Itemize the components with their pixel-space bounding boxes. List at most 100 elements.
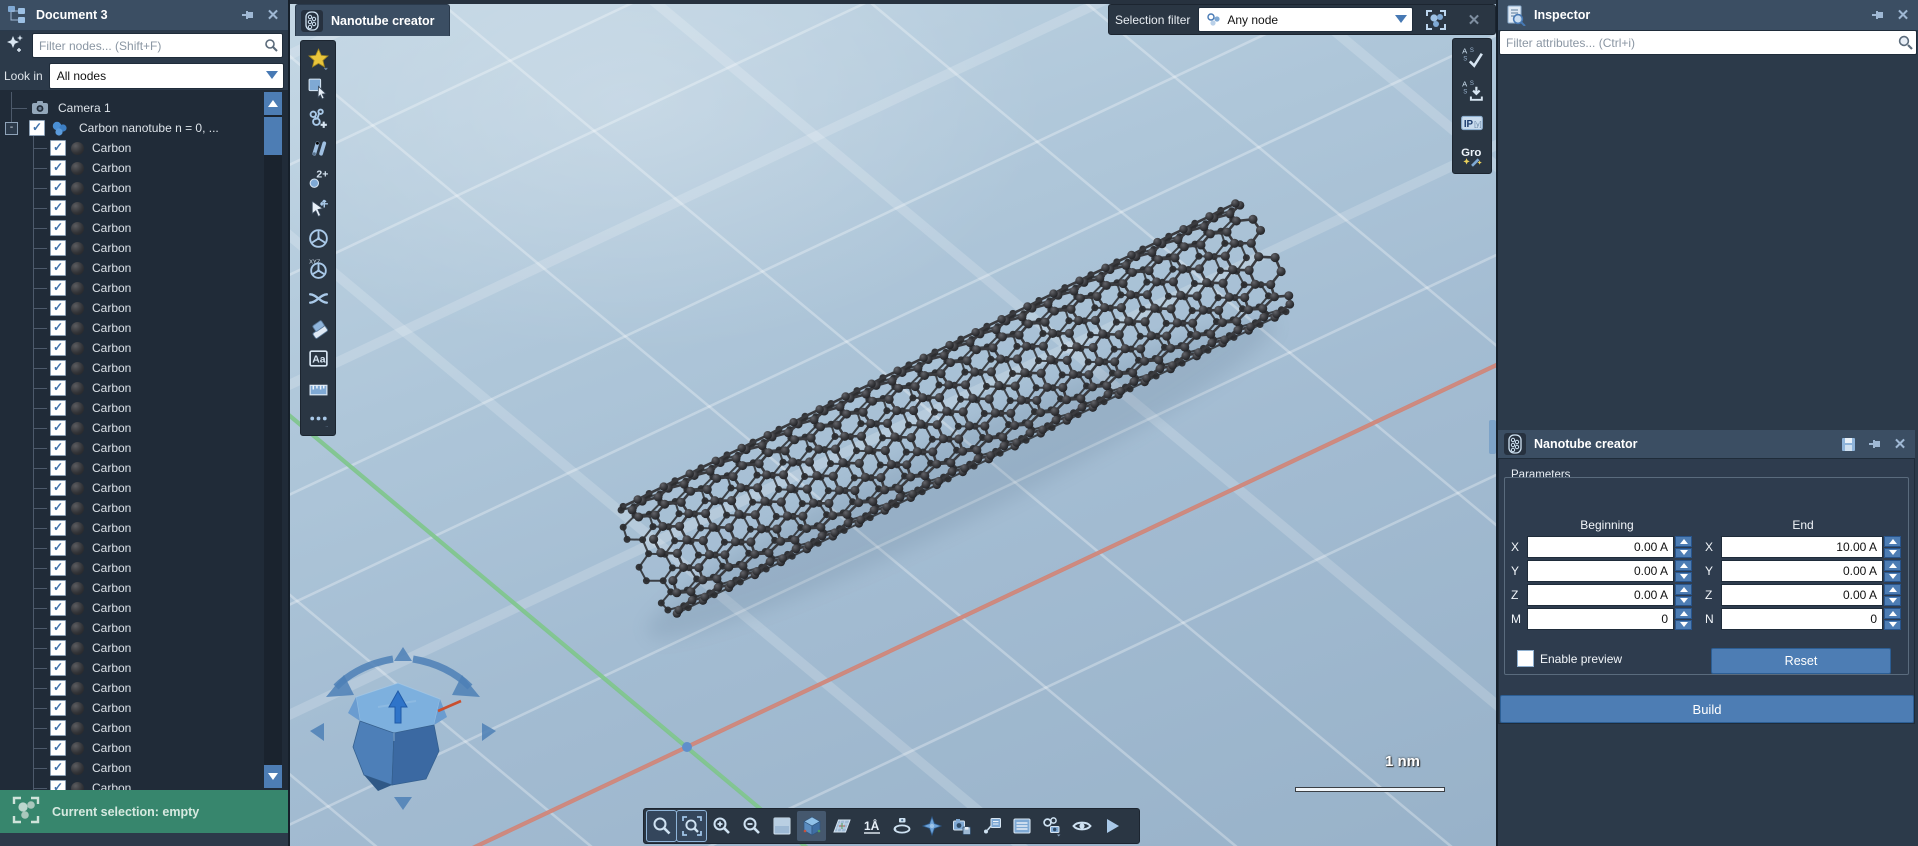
viewport-3d[interactable]: 1 nm — [290, 0, 1496, 846]
spin-down-button[interactable] — [1675, 596, 1692, 607]
select-check-button[interactable]: ASS — [1456, 41, 1488, 72]
enable-preview-checkbox[interactable] — [1517, 650, 1534, 667]
spin-up-button[interactable] — [1884, 536, 1901, 547]
tree-row-carbon[interactable]: ✓ Carbon — [50, 378, 288, 398]
tree-row-carbon[interactable]: ✓ Carbon — [50, 658, 288, 678]
unit-angstrom-button[interactable]: 1Å — [857, 811, 886, 841]
close-panel-icon[interactable]: ✕ — [264, 6, 282, 24]
node-checkbox[interactable]: ✓ — [50, 580, 66, 596]
tree-expander[interactable]: - — [5, 122, 18, 135]
param-input-beginning-z[interactable] — [1528, 585, 1673, 605]
presets-button[interactable] — [1007, 811, 1036, 841]
tree-row-carbon[interactable]: ✓ Carbon — [50, 598, 288, 618]
add-atoms-button[interactable] — [303, 103, 333, 133]
spin-up-button[interactable] — [1675, 608, 1692, 619]
tree-row-carbon[interactable]: ✓ Carbon — [50, 618, 288, 638]
param-input-beginning-x[interactable] — [1528, 537, 1673, 557]
undock-pin-icon[interactable] — [1868, 6, 1886, 24]
tree-row-carbon[interactable]: ✓ Carbon — [50, 338, 288, 358]
move-tool-button[interactable] — [303, 193, 333, 223]
spinner[interactable] — [1675, 536, 1692, 558]
bonds-button[interactable] — [303, 133, 333, 163]
tree-row-carbon[interactable]: ✓ Carbon — [50, 158, 288, 178]
document-tree[interactable]: Camera 1- ✓ Carbon nanotube n = 0, ... ✓… — [0, 90, 288, 790]
spin-up-button[interactable] — [1675, 560, 1692, 571]
param-input-beginning-m[interactable] — [1528, 609, 1673, 629]
play-button[interactable] — [1097, 811, 1126, 841]
navigation-cube[interactable] — [298, 645, 508, 815]
favorites-star-button[interactable] — [303, 43, 333, 73]
visibility-eye-button[interactable] — [1067, 811, 1096, 841]
tree-row-carbon[interactable]: ✓ Carbon — [50, 258, 288, 278]
ipython-button[interactable]: IP[y] — [1456, 107, 1488, 138]
tree-row-carbon[interactable]: ✓ Carbon — [50, 218, 288, 238]
xyz-dial-button[interactable]: XYZ — [303, 253, 333, 283]
spin-down-button[interactable] — [1675, 620, 1692, 631]
param-input-end-n[interactable] — [1722, 609, 1882, 629]
spinner[interactable] — [1675, 608, 1692, 630]
node-checkbox[interactable]: ✓ — [50, 700, 66, 716]
zoom-out-button[interactable] — [737, 811, 766, 841]
node-checkbox[interactable]: ✓ — [50, 780, 66, 790]
node-checkbox[interactable]: ✓ — [50, 540, 66, 556]
close-panel-icon[interactable]: ✕ — [1894, 6, 1912, 24]
rotate-dial-button[interactable] — [303, 223, 333, 253]
node-checkbox[interactable]: ✓ — [50, 400, 66, 416]
tree-row-carbon[interactable]: ✓ Carbon — [50, 138, 288, 158]
node-checkbox[interactable]: ✓ — [50, 160, 66, 176]
node-checkbox[interactable]: ✓ — [50, 180, 66, 196]
spin-up-button[interactable] — [1675, 536, 1692, 547]
node-checkbox[interactable]: ✓ — [50, 560, 66, 576]
tree-row-carbon[interactable]: ✓ Carbon — [50, 498, 288, 518]
tree-row-carbon[interactable]: ✓ Carbon — [50, 758, 288, 778]
node-checkbox[interactable]: ✓ — [50, 500, 66, 516]
effects-button[interactable] — [917, 811, 946, 841]
tree-row-carbon[interactable]: ✓ Carbon — [50, 278, 288, 298]
node-checkbox[interactable]: ✓ — [50, 620, 66, 636]
background-button[interactable] — [767, 811, 796, 841]
tree-row-carbon[interactable]: ✓ Carbon — [50, 538, 288, 558]
spin-down-button[interactable] — [1675, 572, 1692, 583]
orbit-camera-button[interactable] — [887, 811, 916, 841]
node-checkbox[interactable]: ✓ — [50, 220, 66, 236]
node-checkbox[interactable]: ✓ — [50, 440, 66, 456]
selection-filter-dropdown[interactable]: Any node — [1198, 7, 1413, 32]
node-checkbox[interactable]: ✓ — [50, 260, 66, 276]
node-checkbox[interactable]: ✓ — [50, 300, 66, 316]
tree-row-carbon[interactable]: ✓ Carbon — [50, 438, 288, 458]
reset-button[interactable]: Reset — [1711, 648, 1891, 674]
node-checkbox[interactable]: ✓ — [50, 140, 66, 156]
zoom-in-button[interactable] — [707, 811, 736, 841]
close-panel-icon[interactable]: ✕ — [1891, 435, 1909, 453]
spinner[interactable] — [1675, 560, 1692, 582]
tree-row-carbon[interactable]: ✓ Carbon — [50, 478, 288, 498]
spin-down-button[interactable] — [1884, 620, 1901, 631]
spin-up-button[interactable] — [1884, 560, 1901, 571]
node-checkbox[interactable]: ✓ — [50, 760, 66, 776]
tree-row-carbon[interactable]: ✓ Carbon — [50, 778, 288, 790]
spinner[interactable] — [1884, 536, 1901, 558]
node-checkbox[interactable]: ✓ — [50, 240, 66, 256]
more-tools-button[interactable] — [303, 403, 333, 433]
save-preset-icon[interactable] — [1839, 435, 1857, 453]
node-checkbox[interactable]: ✓ — [50, 720, 66, 736]
tree-row-carbon[interactable]: ✓ Carbon — [50, 358, 288, 378]
node-checkbox[interactable]: ✓ — [50, 660, 66, 676]
tree-row-carbon[interactable]: ✓ Carbon — [50, 318, 288, 338]
spin-down-button[interactable] — [1675, 548, 1692, 559]
tree-row-carbon[interactable]: ✓ Carbon — [50, 398, 288, 418]
tree-row-carbon[interactable]: ✓ Carbon — [50, 458, 288, 478]
scrollbar-thumb[interactable] — [264, 117, 282, 155]
twist-button[interactable] — [303, 283, 333, 313]
tree-row-carbon[interactable]: ✓ Carbon — [50, 418, 288, 438]
node-checkbox[interactable]: ✓ — [50, 280, 66, 296]
tree-scrollbar[interactable] — [264, 92, 282, 788]
node-checkbox[interactable]: ✓ — [50, 680, 66, 696]
select-save-button[interactable]: ASS — [1456, 74, 1488, 105]
param-input-end-x[interactable] — [1722, 537, 1882, 557]
charge-button[interactable]: 2+ — [303, 163, 333, 193]
tree-row-carbon[interactable]: ✓ Carbon — [50, 738, 288, 758]
node-checkbox[interactable]: ✓ — [50, 640, 66, 656]
param-input-end-z[interactable] — [1722, 585, 1882, 605]
render-preset-button[interactable] — [1037, 811, 1066, 841]
